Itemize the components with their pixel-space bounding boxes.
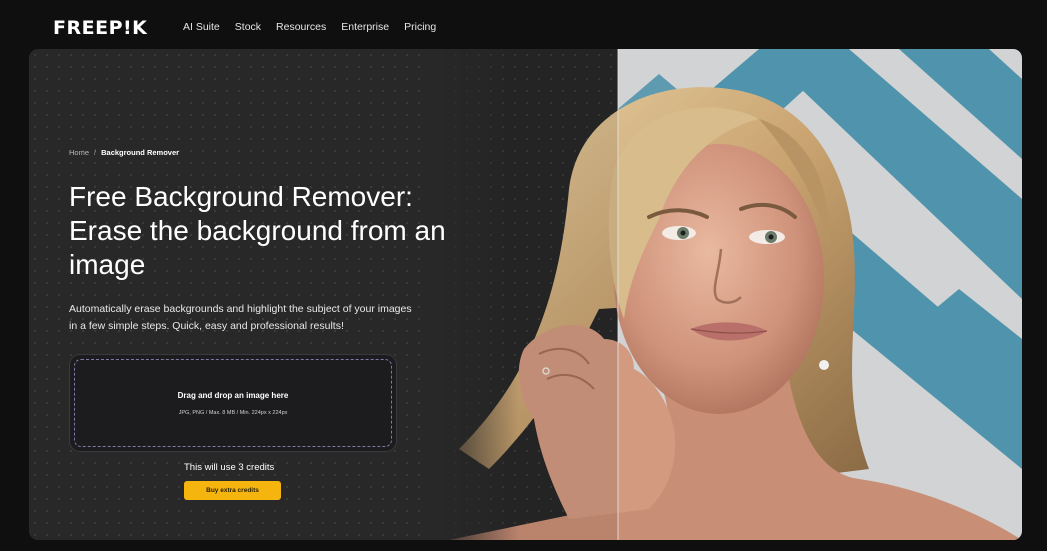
breadcrumb-home[interactable]: Home [69, 148, 89, 157]
upload-dropzone[interactable]: Drag and drop an image here JPG, PNG / M… [70, 355, 396, 451]
breadcrumb-current: Background Remover [101, 148, 180, 157]
page-title: Free Background Remover: Erase the backg… [69, 181, 446, 280]
nav-item-enterprise[interactable]: Enterprise [341, 21, 389, 33]
breadcrumb: Home / Background Remover [69, 148, 179, 157]
top-navigation: FREEP!K AI Suite Stock Resources Enterpr… [0, 0, 1047, 52]
main-nav: AI Suite Stock Resources Enterprise Pric… [183, 21, 436, 33]
before-after-image[interactable] [429, 49, 1022, 540]
nav-item-ai-suite[interactable]: AI Suite [183, 21, 220, 33]
before-after-illustration [429, 49, 1022, 540]
nav-item-pricing[interactable]: Pricing [404, 21, 436, 33]
nav-item-stock[interactable]: Stock [235, 21, 261, 33]
dropzone-title: Drag and drop an image here [177, 390, 289, 400]
freepik-logo[interactable]: FREEP!K [53, 17, 147, 39]
hero-card: Home / Background Remover Free Backgroun… [29, 49, 1022, 540]
buy-extra-credits-button[interactable]: Buy extra credits [184, 481, 281, 500]
page-description: Automatically erase backgrounds and high… [69, 303, 412, 332]
dropzone-requirements: JPG, PNG / Max. 8 MB / Min. 224px x 224p… [178, 409, 288, 416]
breadcrumb-separator: / [94, 148, 97, 157]
nav-item-resources[interactable]: Resources [276, 21, 326, 33]
upload-dropzone-inner[interactable]: Drag and drop an image here JPG, PNG / M… [74, 359, 392, 447]
credits-info: This will use 3 credits [184, 462, 275, 473]
